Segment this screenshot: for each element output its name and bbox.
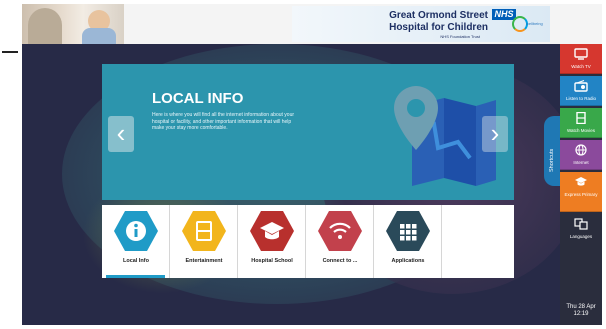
- rail-item-radio[interactable]: Listen to Radio: [560, 76, 602, 106]
- tv-icon: [574, 48, 588, 60]
- tile-label: Hospital School: [251, 258, 293, 264]
- rail-item-label: Languages: [569, 234, 593, 239]
- tile-label: Local Info: [123, 258, 149, 264]
- banner-description: Here is where you will find all the inte…: [152, 112, 295, 131]
- globe-icon: [575, 144, 587, 156]
- banner-title: LOCAL INFO: [152, 90, 244, 107]
- rail-item-label: Listen to Radio: [565, 96, 597, 101]
- tile-connect[interactable]: Connect to ...: [306, 205, 374, 278]
- rail-item-watch-tv[interactable]: Watch TV: [560, 44, 602, 74]
- shortcuts-tab-label: Shortcuts: [549, 148, 555, 172]
- tile-entertainment[interactable]: Entertainment: [170, 205, 238, 278]
- tile-label: Connect to ...: [322, 258, 358, 264]
- feature-banner: LOCAL INFO Here is where you will find a…: [102, 64, 514, 200]
- rail-item-label: Watch TV: [571, 64, 591, 69]
- rail-item-internet[interactable]: Internet: [560, 140, 602, 170]
- rail-item-express-primary[interactable]: Express Primary: [560, 172, 602, 212]
- grid-icon: [386, 211, 430, 251]
- hospital-trust-line: NHS Foundation Trust: [440, 34, 480, 39]
- film-icon: [182, 211, 226, 251]
- clock-date: Thu 28 Apr: [566, 304, 596, 310]
- tile-local-info[interactable]: Local Info: [102, 205, 170, 278]
- hospital-logo: Great Ormond Street NHS Hospital for Chi…: [292, 6, 550, 42]
- film-icon: [576, 112, 586, 124]
- tile-label: Entertainment: [185, 258, 223, 264]
- rail-item-label: Internet: [573, 160, 589, 165]
- tile-hospital-school[interactable]: Hospital School: [238, 205, 306, 278]
- clock-time: 12:19: [573, 311, 589, 317]
- right-rail: Watch TV Listen to Radio Watch Movies In…: [560, 44, 602, 325]
- wifi-icon: [318, 211, 362, 251]
- graduation-cap-icon: [250, 211, 294, 251]
- partner-logo-text: wellbeing: [526, 21, 543, 26]
- info-icon: [114, 211, 158, 251]
- location-pin-map-icon: [394, 86, 496, 186]
- header-photo: [22, 4, 124, 44]
- tv-portal-screen: Great Ormond Street NHS Hospital for Chi…: [22, 4, 602, 325]
- partner-logo: wellbeing: [512, 14, 546, 38]
- tile-applications[interactable]: Applications: [374, 205, 442, 278]
- side-tick-mark: [2, 51, 18, 53]
- rail-item-label: Express Primary: [564, 192, 598, 197]
- rail-item-movies[interactable]: Watch Movies: [560, 108, 602, 138]
- rail-item-languages[interactable]: Languages: [560, 214, 602, 244]
- language-icon: [574, 218, 588, 230]
- hospital-name-line1: Great Ormond Street: [389, 10, 488, 21]
- previous-arrow-button[interactable]: ‹: [108, 116, 134, 152]
- hospital-name-line2: Hospital for Children: [389, 22, 488, 33]
- clock: Thu 28 Apr 12:19: [560, 304, 602, 318]
- radio-icon: [574, 80, 588, 92]
- graduation-cap-icon: [575, 177, 587, 186]
- header-bar: Great Ormond Street NHS Hospital for Chi…: [22, 4, 602, 44]
- category-tile-bar: Local Info Entertainment Hospital School: [102, 205, 514, 278]
- next-arrow-button[interactable]: ›: [482, 116, 508, 152]
- tile-label: Applications: [391, 258, 425, 264]
- rail-item-label: Watch Movies: [566, 128, 596, 133]
